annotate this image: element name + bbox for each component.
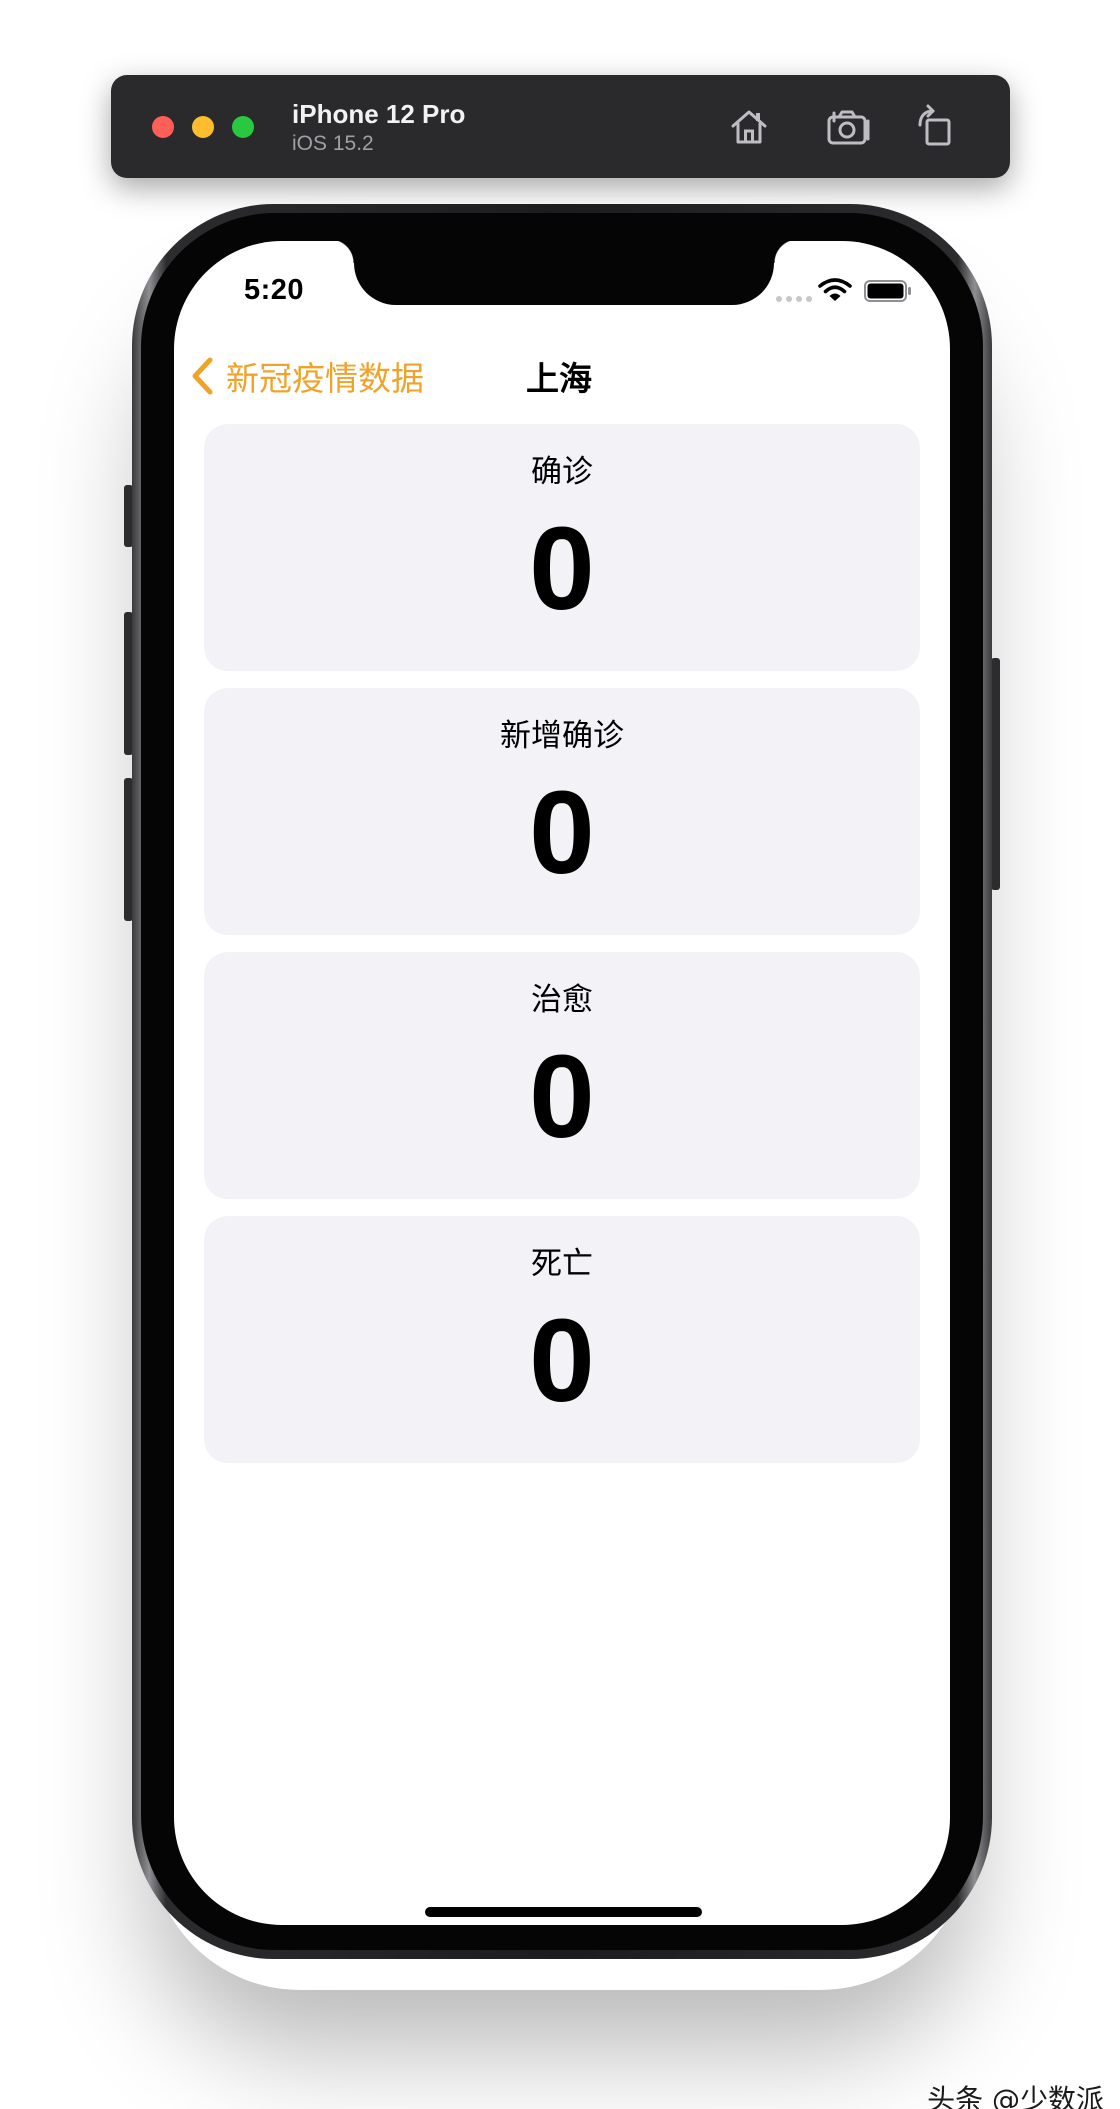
stat-value: 0 bbox=[529, 503, 595, 635]
watermark: 头条 @少数派 bbox=[927, 2083, 1104, 2109]
stat-value: 0 bbox=[529, 1295, 595, 1427]
phone-screen: 5:20 新冠疫情数据 上海 确诊 0 新增确诊 0 治愈 0 死亡 0 bbox=[174, 241, 950, 1925]
stat-card-new-confirmed: 新增确诊 0 bbox=[204, 688, 920, 935]
page-title: 上海 bbox=[526, 359, 592, 398]
simulator-home-button[interactable] bbox=[725, 103, 773, 151]
stat-value: 0 bbox=[529, 1031, 595, 1163]
battery-icon bbox=[864, 280, 911, 302]
home-icon bbox=[731, 110, 767, 144]
status-time: 5:20 bbox=[244, 274, 305, 306]
stats-list: 确诊 0 新增确诊 0 治愈 0 死亡 0 bbox=[204, 424, 920, 1480]
simulator-rotate-button[interactable] bbox=[912, 103, 960, 151]
chevron-left-icon bbox=[192, 357, 213, 395]
back-button-label: 新冠疫情数据 bbox=[226, 359, 424, 398]
minimize-window-button[interactable] bbox=[192, 116, 214, 138]
power-button bbox=[991, 658, 1000, 890]
simulator-screenshot-button[interactable] bbox=[824, 103, 872, 151]
stat-card-deaths: 死亡 0 bbox=[204, 1216, 920, 1463]
stat-value: 0 bbox=[529, 767, 595, 899]
simulator-os-version: iOS 15.2 bbox=[292, 132, 374, 155]
signal-icon bbox=[776, 296, 812, 302]
stat-label: 治愈 bbox=[531, 982, 593, 1018]
screenshot-icon bbox=[827, 110, 870, 145]
stat-label: 新增确诊 bbox=[500, 718, 624, 754]
rotate-icon bbox=[918, 104, 951, 146]
stat-label: 确诊 bbox=[531, 454, 593, 490]
close-window-button[interactable] bbox=[152, 116, 174, 138]
notch bbox=[330, 241, 798, 305]
wifi-icon bbox=[818, 278, 852, 301]
back-button[interactable]: 新冠疫情数据 bbox=[190, 353, 424, 399]
stat-card-recovered: 治愈 0 bbox=[204, 952, 920, 1199]
home-indicator[interactable] bbox=[425, 1907, 702, 1917]
screenshot-root: iPhone 12 Pro iOS 15.2 5:20 新冠疫情数据 上海 确诊… bbox=[0, 0, 1120, 2109]
stat-label: 死亡 bbox=[531, 1246, 593, 1282]
simulator-toolbar: iPhone 12 Pro iOS 15.2 bbox=[111, 75, 1010, 178]
stat-card-confirmed: 确诊 0 bbox=[204, 424, 920, 671]
simulator-device-name: iPhone 12 Pro bbox=[292, 99, 466, 129]
zoom-window-button[interactable] bbox=[232, 116, 254, 138]
